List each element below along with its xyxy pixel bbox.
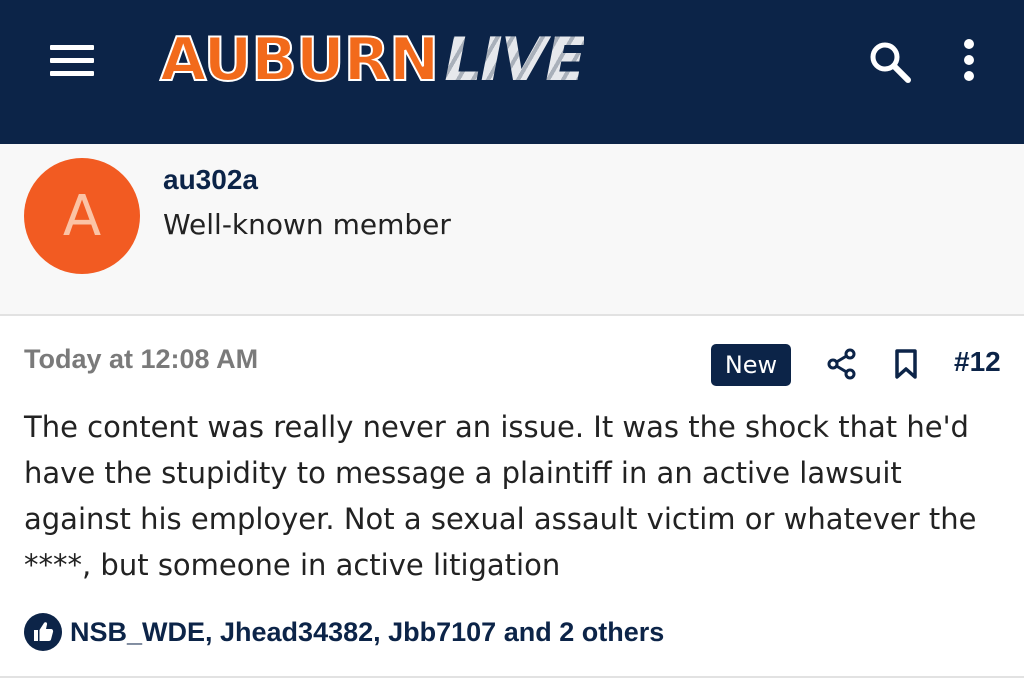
share-icon[interactable]	[826, 348, 858, 380]
divider	[0, 676, 1024, 678]
post-body-text: The content was really never an issue. I…	[24, 410, 977, 582]
logo-primary-text: AUBURN	[159, 25, 440, 95]
reaction-users: NSB_WDE, Jhead34382, Jbb7107 and 2 other…	[70, 616, 665, 647]
avatar[interactable]: A	[24, 158, 140, 274]
bookmark-icon[interactable]	[892, 348, 920, 380]
username-link[interactable]: au302a	[163, 164, 258, 196]
search-icon[interactable]	[866, 38, 914, 86]
reactions-bar[interactable]: NSB_WDE, Jhead34382, Jbb7107 and 2 other…	[24, 612, 664, 652]
logo-secondary-text: LIVE	[444, 25, 586, 95]
hamburger-menu-icon[interactable]	[50, 45, 94, 77]
user-title: Well-known member	[163, 208, 451, 241]
vertical-ellipsis-icon[interactable]	[955, 38, 983, 82]
post-number-link[interactable]: #12	[954, 346, 1001, 378]
site-header: AUBURN LIVE	[0, 0, 1024, 144]
new-badge: New	[711, 344, 791, 386]
site-logo[interactable]: AUBURN LIVE	[159, 24, 586, 96]
post-timestamp[interactable]: Today at 12:08 AM	[24, 344, 258, 375]
member-info-bar: A au302a Well-known member	[0, 144, 1024, 316]
thumbs-up-icon	[24, 613, 62, 651]
